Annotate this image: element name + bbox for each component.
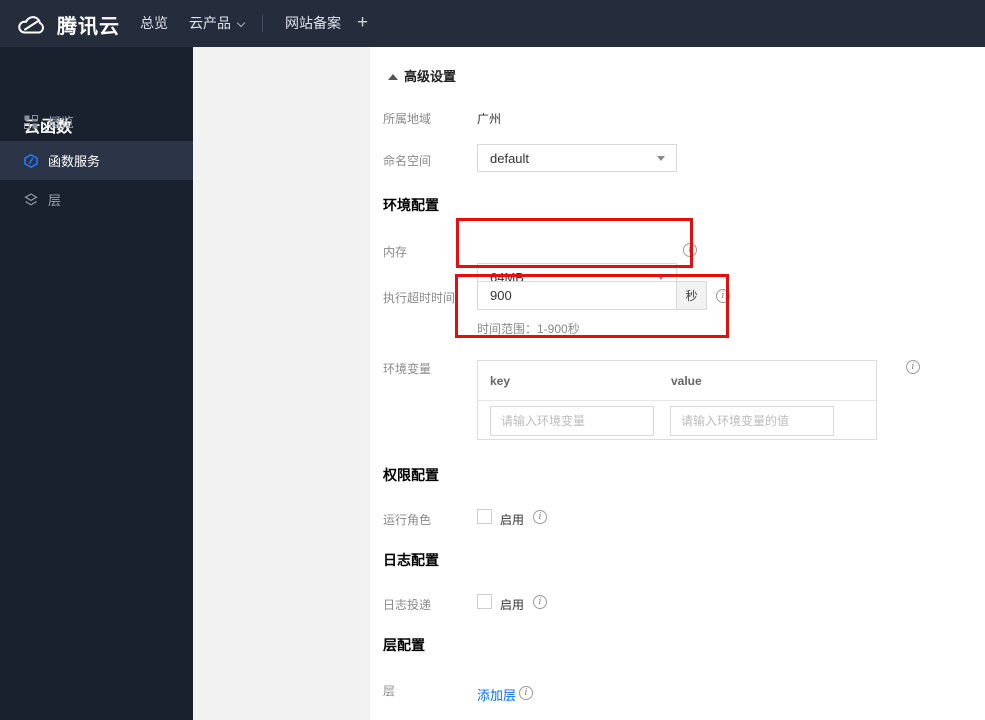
log-shipping-label: 日志投递 [383,598,432,612]
timeout-input-group: 秒 [477,281,707,310]
log-shipping-info-icon[interactable]: i [533,595,547,609]
advanced-settings-toggle[interactable]: 高级设置 [388,66,456,85]
add-layer-link[interactable]: 添加层 [477,685,516,704]
section-log-config: 日志配置 [383,552,439,568]
caret-down-icon [657,275,665,280]
sidebar-item-label: 层 [48,193,62,208]
section-env-config: 环境配置 [383,197,439,213]
topnav-overview[interactable]: 总览 [140,0,168,47]
section-layer-config: 层配置 [383,637,425,653]
envvars-col-value: value [671,374,702,388]
memory-label: 内存 [383,245,408,259]
cloud-logo-icon [18,15,44,33]
topbar: 腾讯云 总览 云产品 网站备案 + [0,0,985,47]
envvars-label: 环境变量 [383,362,432,376]
topnav-products[interactable]: 云产品 [189,0,246,47]
memory-info-icon[interactable]: i [683,243,697,257]
layer-label: 层 [383,684,396,698]
sidebar-item-label: 函数服务 [48,154,101,169]
envvars-info-icon[interactable]: i [906,360,920,374]
envvars-col-key: key [490,374,511,388]
timeout-info-icon[interactable]: i [716,289,730,303]
layers-icon [24,192,38,206]
sidebar-item-layers[interactable]: 层 [0,180,193,219]
timeout-range-hint: 时间范围：1-900秒 [477,322,580,336]
timeout-unit-suffix[interactable]: 秒 [677,281,707,310]
envvar-value-input[interactable] [670,406,834,436]
namespace-select[interactable]: default [477,144,677,172]
layer-info-icon[interactable]: i [519,686,533,700]
topnav-icp[interactable]: 网站备案 [285,0,341,47]
collapse-up-icon [388,74,398,80]
grid-icon [24,114,38,129]
secondary-panel [193,47,370,720]
region-label: 所属地域 [383,112,432,126]
run-role-enable-label: 启用 [500,513,525,527]
log-shipping-enable-label: 启用 [500,598,525,612]
envvars-table-header: key value [478,361,876,401]
function-icon [24,153,38,168]
timeout-input[interactable] [477,281,677,310]
run-role-info-icon[interactable]: i [533,510,547,524]
sidebar-item-label: 概览 [48,115,75,130]
sidebar-item-function-service[interactable]: 函数服务 [0,141,193,180]
envvars-table: key value [477,360,877,440]
timeout-label: 执行超时时间 [383,291,456,305]
add-nav-tab-button[interactable]: + [357,0,368,47]
sidebar: 云函数 概览 函数服务 层 [0,47,193,720]
brand-name: 腾讯云 [57,16,120,38]
section-perm-config: 权限配置 [383,467,439,483]
brand-logo[interactable]: 腾讯云 [16,10,120,39]
run-role-label: 运行角色 [383,513,432,527]
chevron-down-icon [236,18,246,28]
log-shipping-checkbox[interactable] [477,594,492,609]
topnav-divider [262,15,263,32]
sidebar-item-overview[interactable]: 概览 [0,102,193,141]
envvar-key-input[interactable] [490,406,654,436]
caret-down-icon [657,156,665,161]
region-value: 广州 [477,112,502,126]
run-role-checkbox[interactable] [477,509,492,524]
app-window: 腾讯云 总览 云产品 网站备案 + 云函数 概览 函数服务 层 高级设置 所属地… [0,0,985,720]
namespace-label: 命名空间 [383,154,432,168]
